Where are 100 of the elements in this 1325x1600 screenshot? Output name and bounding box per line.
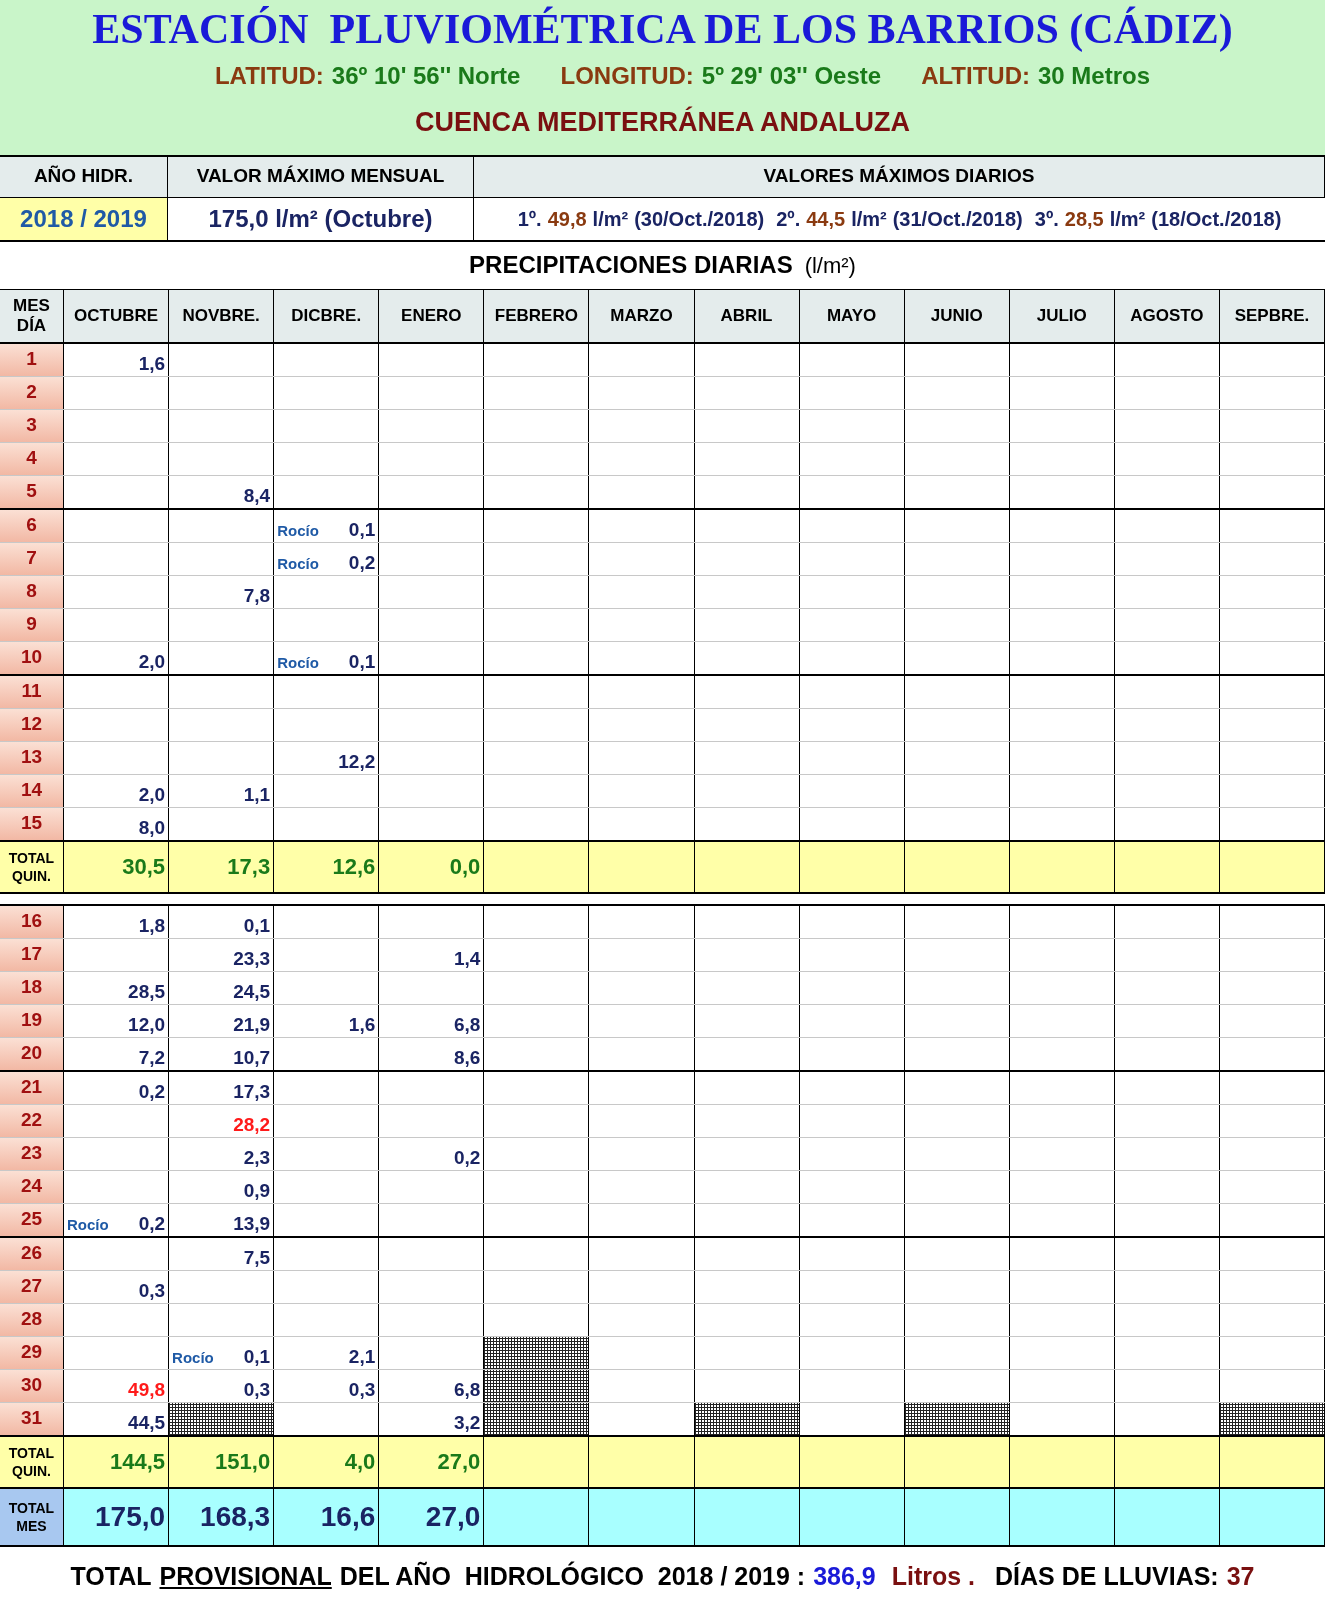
month-header: ABRIL <box>694 289 800 342</box>
rainfall-value: 10,7 <box>233 1045 271 1070</box>
coordinate-label: LONGITUD: <box>560 61 694 91</box>
day-number: 13 <box>0 741 64 774</box>
day-number: 12 <box>0 708 64 741</box>
rainfall-value: 28,5 <box>128 979 166 1004</box>
max-value: 28,5 <box>1064 206 1104 232</box>
table-title: PRECIPITACIONES DIARIAS <box>469 250 793 280</box>
dew-note: Rocío <box>67 1214 109 1235</box>
day-number: 28 <box>0 1303 64 1336</box>
fortnight-total: 27,0 <box>437 1448 481 1476</box>
day-number: 21 <box>0 1071 64 1104</box>
day-number: 20 <box>0 1037 64 1070</box>
month-header: JULIO <box>1009 289 1115 342</box>
month-header: ENERO <box>379 289 485 342</box>
header-label: DÍA <box>16 315 47 336</box>
rainfall-value: 12,0 <box>128 1012 166 1037</box>
rainfall-value: 2,0 <box>138 649 166 674</box>
basin-name: CUENCA MEDITERRÁNEA ANDALUZA <box>415 105 910 139</box>
rain-days: 37 <box>1226 1557 1255 1596</box>
day-number: 1 <box>0 343 64 376</box>
unit-label: Litros . <box>891 1560 976 1592</box>
rainfall-value: 1,1 <box>243 782 271 807</box>
max-value: 44,5 <box>806 206 846 232</box>
day-number: 16 <box>0 905 64 938</box>
day-number: 14 <box>0 774 64 807</box>
day-number: 10 <box>0 641 64 674</box>
rainfall-value: 7,8 <box>243 583 271 608</box>
day-number: 6 <box>0 509 64 542</box>
day-number: 3 <box>0 409 64 442</box>
month-header: JUNIO <box>904 289 1010 342</box>
hydro-year: 2018 / 2019 <box>0 197 168 240</box>
rainfall-value: 7,2 <box>138 1045 166 1070</box>
fortnight-total: 151,0 <box>215 1448 271 1476</box>
day-number: 26 <box>0 1237 64 1270</box>
rank-label: 1º. <box>517 206 542 232</box>
rainfall-value: 24,5 <box>233 979 271 1004</box>
rainfall-value: 0,3 <box>348 1377 376 1402</box>
rainfall-value: 17,3 <box>233 1079 271 1104</box>
dew-note: Rocío <box>172 1347 214 1368</box>
day-number: 23 <box>0 1137 64 1170</box>
day-number: 30 <box>0 1369 64 1402</box>
rank-label: 2º. <box>776 206 801 232</box>
dew-note: Rocío <box>277 520 319 541</box>
coordinate-label: LATITUD: <box>214 61 324 91</box>
footer-text: PROVISIONAL <box>159 1560 332 1592</box>
rainfall-value: 6,8 <box>453 1012 481 1037</box>
month-header: MARZO <box>589 289 695 342</box>
month-header: NOVBRE. <box>169 289 275 342</box>
rainfall-value: 6,8 <box>453 1377 481 1402</box>
footer-text: DÍAS DE LLUVIAS: <box>995 1560 1219 1592</box>
month-header: SEPBRE. <box>1219 289 1325 342</box>
rainfall-value: 13,9 <box>233 1211 271 1236</box>
rainfall-value: 49,8 <box>128 1377 166 1402</box>
month-total: 175,0 <box>95 1499 166 1534</box>
rainfall-value: 2,3 <box>243 1145 271 1170</box>
rainfall-value: 1,6 <box>348 1012 376 1037</box>
rainfall-value: 2,0 <box>138 782 166 807</box>
rainfall-value: 2,1 <box>348 1344 376 1369</box>
rainfall-value: 8,0 <box>138 815 166 840</box>
total-label: TOTAL MES <box>0 1488 64 1545</box>
day-number: 15 <box>0 807 64 840</box>
rainfall-value: 12,2 <box>338 749 376 774</box>
day-number: 17 <box>0 938 64 971</box>
fortnight-total: 4,0 <box>344 1448 376 1476</box>
fortnight-total: 144,5 <box>110 1448 166 1476</box>
station-title: ESTACIÓN PLUVIOMÉTRICA DE LOS BARRIOS (CÁDIZ) <box>92 5 1233 54</box>
day-number: 18 <box>0 971 64 1004</box>
rainfall-value: 7,5 <box>243 1245 271 1270</box>
summary-header: VALORES MÁXIMOS DIARIOS <box>474 156 1325 197</box>
rainfall-value: 8,4 <box>243 483 271 508</box>
rainfall-value: 44,5 <box>128 1410 166 1435</box>
fortnight-total: 0,0 <box>449 853 481 881</box>
annual-total: 386,9 <box>813 1560 876 1592</box>
rainfall-value: 0,2 <box>348 550 376 575</box>
day-number: 11 <box>0 675 64 708</box>
month-header: OCTUBRE <box>64 289 170 342</box>
month-total: 168,3 <box>200 1499 271 1534</box>
total-label: TOTAL QUIN. <box>0 841 64 892</box>
rainfall-value: 0,1 <box>348 517 376 542</box>
rainfall-value: 0,2 <box>453 1145 481 1170</box>
unit-label: l/m² <box>851 206 887 232</box>
fortnight-total: 12,6 <box>332 853 376 881</box>
month-header: FEBRERO <box>484 289 590 342</box>
summary-header: AÑO HIDR. <box>0 156 168 197</box>
rainfall-value: 1,8 <box>138 913 166 938</box>
day-number: 4 <box>0 442 64 475</box>
footer-text: TOTAL <box>70 1560 152 1592</box>
day-number: 25 <box>0 1203 64 1236</box>
day-number: 7 <box>0 542 64 575</box>
fortnight-total: 17,3 <box>227 853 271 881</box>
coordinate-value: 36º 10' 56'' Norte <box>331 61 521 91</box>
month-total: 27,0 <box>425 1499 481 1534</box>
date-label: (31/Oct./2018) <box>892 206 1023 232</box>
rainfall-value: 21,9 <box>233 1012 271 1037</box>
total-label: TOTAL QUIN. <box>0 1436 64 1487</box>
day-number: 31 <box>0 1402 64 1435</box>
month-header: AGOSTO <box>1114 289 1220 342</box>
rank-label: 3º. <box>1034 206 1059 232</box>
date-label: (30/Oct./2018) <box>634 206 765 232</box>
